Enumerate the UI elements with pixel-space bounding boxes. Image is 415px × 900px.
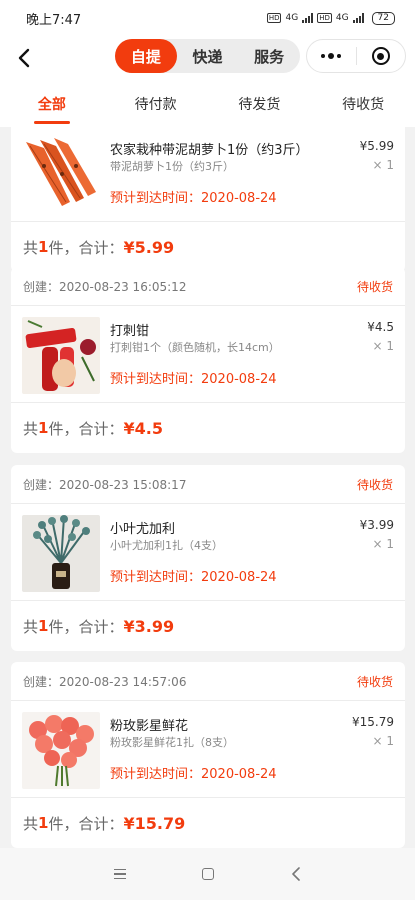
order-item[interactable]: 粉玫影星鲜花 粉玫影星鲜花1扎（8支） ¥15.79 × 1 预计到达时间：20… <box>11 701 405 798</box>
segment-service[interactable]: 服务 <box>238 39 300 73</box>
product-image-eucalyptus <box>22 515 100 592</box>
hd-icon: HD <box>317 13 332 23</box>
product-name: 粉玫影星鲜花 <box>110 719 189 734</box>
order-summary: 共 1 件，合计： ¥3.99 <box>11 601 405 651</box>
order-card[interactable]: 农家栽种带泥胡萝卜1份（约3斤） 带泥胡萝卜1份（约3斤） ¥5.99 × 1 … <box>11 127 405 272</box>
item-count: 1 <box>38 419 49 437</box>
tab-all[interactable]: 全部 <box>0 80 104 127</box>
item-count: 1 <box>38 617 49 635</box>
order-summary: 共 1 件，合计： ¥5.99 <box>11 222 405 272</box>
navbar: 自提 快递 服务 <box>0 36 415 80</box>
order-item[interactable]: 农家栽种带泥胡萝卜1份（约3斤） 带泥胡萝卜1份（约3斤） ¥5.99 × 1 … <box>11 127 405 222</box>
status-icons: HD 4G HD 4G 72 <box>266 11 395 25</box>
order-status: 待收货 <box>356 279 393 294</box>
network-label-1: 4G <box>285 13 299 23</box>
order-summary: 共 1 件，合计： ¥4.5 <box>11 403 405 453</box>
hd-icon: HD <box>266 13 282 23</box>
product-name: 打刺钳 <box>110 324 150 339</box>
order-card[interactable]: 创建：2020-08-23 15:08:17 待收货 小叶尤加利 小叶尤加利1扎… <box>11 465 405 651</box>
order-card[interactable]: 创建：2020-08-23 14:57:06 待收货 粉玫影星鲜花 粉玫影星鲜花… <box>11 662 405 848</box>
system-back-button[interactable] <box>278 856 314 892</box>
order-total: ¥15.79 <box>123 813 186 833</box>
signal-icon <box>302 13 314 23</box>
signal-icon <box>352 13 364 23</box>
product-price: ¥15.79 <box>352 715 394 729</box>
estimated-arrival: 预计到达时间：2020-08-24 <box>110 191 277 206</box>
product-quantity: × 1 <box>372 734 394 748</box>
order-card[interactable]: 创建：2020-08-23 16:05:12 待收货 打刺钳 打刺钳1个（颜色随… <box>11 267 405 453</box>
tab-pending-shipment[interactable]: 待发货 <box>208 80 312 127</box>
order-tabs: 全部 待付款 待发货 待收货 <box>0 80 415 127</box>
back-button[interactable] <box>8 42 40 74</box>
count-prefix: 共 <box>23 419 39 438</box>
count-prefix: 共 <box>23 617 39 636</box>
item-count: 1 <box>38 238 49 256</box>
order-status: 待收货 <box>356 477 393 492</box>
recent-apps-button[interactable] <box>102 856 138 892</box>
estimated-arrival: 预计到达时间：2020-08-24 <box>110 570 277 585</box>
close-capsule-button[interactable] <box>357 40 406 72</box>
target-icon <box>371 47 390 65</box>
count-suffix: 件，合计： <box>48 814 124 833</box>
order-item[interactable]: 小叶尤加利 小叶尤加利1扎（4支） ¥3.99 × 1 预计到达时间：2020-… <box>11 504 405 601</box>
count-suffix: 件，合计： <box>48 617 124 636</box>
delivery-mode-switch: 自提 快递 服务 <box>115 39 300 73</box>
product-name: 农家栽种带泥胡萝卜1份（约3斤） <box>110 143 309 158</box>
product-image-thorn-pliers <box>22 317 100 394</box>
miniprogram-capsule <box>306 39 406 73</box>
segment-pickup[interactable]: 自提 <box>115 39 177 73</box>
count-prefix: 共 <box>23 814 39 833</box>
product-spec: 带泥胡萝卜1份（约3斤） <box>110 160 234 173</box>
count-suffix: 件，合计： <box>48 238 124 257</box>
segment-express[interactable]: 快递 <box>177 39 239 73</box>
order-created-time: 创建：2020-08-23 14:57:06 <box>23 674 187 689</box>
more-dots-icon <box>321 53 342 59</box>
home-button[interactable] <box>190 856 226 892</box>
product-image-roses <box>22 712 100 789</box>
order-header: 创建：2020-08-23 14:57:06 待收货 <box>11 662 405 701</box>
product-price: ¥5.99 <box>359 139 394 153</box>
product-spec: 小叶尤加利1扎（4支） <box>110 539 223 552</box>
order-total: ¥3.99 <box>123 616 175 636</box>
count-suffix: 件，合计： <box>48 419 124 438</box>
product-price: ¥4.5 <box>367 320 394 334</box>
product-spec: 粉玫影星鲜花1扎（8支） <box>110 736 234 749</box>
tab-pending-payment[interactable]: 待付款 <box>104 80 208 127</box>
product-spec: 打刺钳1个（颜色随机，长14cm） <box>110 341 280 354</box>
order-header: 创建：2020-08-23 15:08:17 待收货 <box>11 465 405 504</box>
battery-icon: 72 <box>371 11 395 25</box>
order-total: ¥4.5 <box>123 418 163 438</box>
product-price: ¥3.99 <box>359 518 394 532</box>
order-total: ¥5.99 <box>123 237 175 257</box>
home-square-icon <box>201 868 214 880</box>
order-item[interactable]: 打刺钳 打刺钳1个（颜色随机，长14cm） ¥4.5 × 1 预计到达时间：20… <box>11 306 405 403</box>
tab-pending-receipt[interactable]: 待收货 <box>311 80 415 127</box>
product-quantity: × 1 <box>372 339 394 353</box>
status-time: 晚上7:47 <box>26 12 82 28</box>
order-summary: 共 1 件，合计： ¥15.79 <box>11 798 405 848</box>
product-image-carrot <box>22 136 100 213</box>
status-bar: 晚上7:47 HD 4G HD 4G 72 <box>0 0 415 36</box>
product-quantity: × 1 <box>372 537 394 551</box>
back-chevron-icon <box>291 867 300 881</box>
more-button[interactable] <box>307 40 356 72</box>
order-header: 创建：2020-08-23 16:05:12 待收货 <box>11 267 405 306</box>
count-prefix: 共 <box>23 238 39 257</box>
estimated-arrival: 预计到达时间：2020-08-24 <box>110 372 277 387</box>
system-nav-bar <box>0 848 415 900</box>
network-label-2: 4G <box>335 13 349 23</box>
product-name: 小叶尤加利 <box>110 522 176 537</box>
estimated-arrival: 预计到达时间：2020-08-24 <box>110 767 277 782</box>
order-status: 待收货 <box>356 674 393 689</box>
item-count: 1 <box>38 814 49 832</box>
product-quantity: × 1 <box>372 158 394 172</box>
order-created-time: 创建：2020-08-23 16:05:12 <box>23 279 187 294</box>
back-arrow-icon <box>18 48 30 68</box>
order-list: 农家栽种带泥胡萝卜1份（约3斤） 带泥胡萝卜1份（约3斤） ¥5.99 × 1 … <box>0 127 415 848</box>
menu-icon <box>113 868 126 880</box>
order-created-time: 创建：2020-08-23 15:08:17 <box>23 477 187 492</box>
